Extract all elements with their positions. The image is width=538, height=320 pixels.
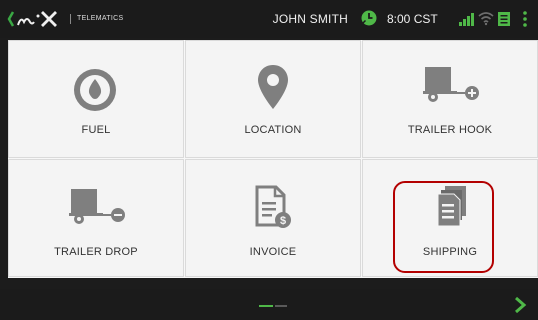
location-pin-icon — [258, 65, 288, 109]
tile-location[interactable]: LOCATION — [185, 40, 361, 158]
wifi-icon — [478, 12, 494, 26]
clock-icon[interactable] — [360, 9, 378, 27]
trailer-drop-icon — [69, 189, 125, 224]
tile-fuel[interactable]: FUEL — [8, 40, 184, 158]
document-status-icon[interactable] — [497, 11, 511, 27]
tile-label: TRAILER DROP — [54, 246, 138, 258]
chevron-right-icon[interactable] — [513, 296, 527, 314]
tile-label: INVOICE — [249, 246, 297, 258]
trailer-hook-icon — [423, 67, 479, 102]
brand-tagline: TELEMATICS — [70, 14, 123, 24]
user-name[interactable]: JOHN SMITH — [273, 12, 348, 26]
signal-icon — [459, 13, 474, 26]
top-bar: TELEMATICS JOHN SMITH 8:00 CST — [0, 0, 538, 38]
tile-label: FUEL — [81, 124, 111, 136]
app-screen: TELEMATICS JOHN SMITH 8:00 CST FUEL LOCA… — [0, 0, 538, 320]
tile-label: LOCATION — [244, 124, 302, 136]
mix-logo-icon — [7, 11, 57, 27]
brand-logo: TELEMATICS — [6, 6, 123, 32]
fuel-drop-icon — [74, 69, 116, 111]
tile-trailer-drop[interactable]: TRAILER DROP — [8, 159, 184, 277]
menu-icon[interactable] — [523, 10, 527, 28]
tile-invoice[interactable]: $ INVOICE — [185, 159, 361, 277]
tile-label: TRAILER HOOK — [407, 124, 493, 136]
invoice-icon: $ — [255, 185, 291, 228]
page-indicator-active — [259, 305, 273, 307]
svg-text:$: $ — [280, 215, 286, 227]
page-indicator — [275, 305, 287, 307]
current-time: 8:00 CST — [387, 12, 438, 26]
tile-trailer-hook[interactable]: TRAILER HOOK — [362, 40, 538, 158]
selection-highlight — [393, 181, 494, 273]
